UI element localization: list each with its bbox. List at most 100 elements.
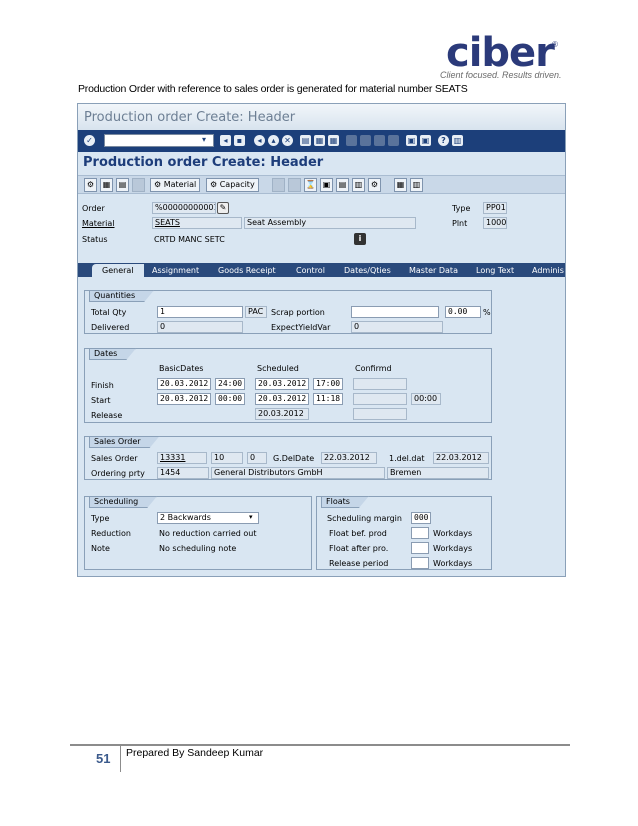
ordering-party-name: General Distributors GmbH — [211, 467, 385, 479]
command-dropdown-icon[interactable]: ▾ — [202, 135, 206, 144]
scheduling-panel: Scheduling Type 2 Backwards ▾ Reduction … — [84, 496, 312, 570]
tab-long-text[interactable]: Long Text — [466, 264, 522, 277]
unit-field[interactable]: PAC — [245, 306, 267, 318]
ordering-party-id[interactable]: 1454 — [157, 467, 209, 479]
start-confirmed-time[interactable]: 00:00 — [411, 393, 441, 405]
start-scheduled-time[interactable]: 11:18 — [313, 393, 343, 405]
scheduling-margin-field[interactable]: 000 — [411, 512, 431, 524]
application-toolbar: ⚙ ▦ ▤ ⚙ Material ⚙ Capacity ⌛ ▣ ▤ ▥ ⚙ ▦ … — [78, 175, 565, 194]
cancel-icon[interactable]: ✕ — [282, 135, 293, 146]
status-info-icon[interactable]: i — [354, 233, 366, 245]
release-scheduled-date[interactable]: 20.03.2012 — [255, 408, 309, 420]
delivered-field[interactable]: 0 — [157, 321, 243, 333]
expect-yield-field[interactable]: 0 — [351, 321, 443, 333]
release-period-unit: Workdays — [433, 559, 473, 568]
command-history-icon[interactable]: ◂ — [220, 135, 231, 146]
total-qty-field[interactable]: 1 — [157, 306, 243, 318]
scheduling-margin-label: Scheduling margin — [327, 514, 402, 523]
start-basic-time[interactable]: 00:00 — [215, 393, 245, 405]
capacity-button[interactable]: ⚙ Capacity — [206, 178, 259, 192]
settings-icon[interactable]: ⚙ — [368, 178, 381, 192]
scrap-percent-field[interactable]: 0.00 — [445, 306, 481, 318]
percent-sign: % — [483, 308, 491, 317]
schedule-line-field[interactable]: 0 — [247, 452, 267, 464]
finish-scheduled-date[interactable]: 20.03.2012 — [255, 378, 309, 390]
tab-strip: General Assignment Goods Receipt Control… — [78, 263, 565, 277]
copy-icon[interactable]: ▣ — [320, 178, 333, 192]
previous-page-icon[interactable] — [360, 135, 371, 146]
last-page-icon[interactable] — [388, 135, 399, 146]
documents-icon[interactable]: ▤ — [116, 178, 129, 192]
release-confirmed-date[interactable] — [353, 408, 407, 420]
start-confirmed-date[interactable] — [353, 393, 407, 405]
dropdown-icon[interactable]: ▾ — [249, 513, 253, 521]
tab-assignment[interactable]: Assignment — [142, 264, 208, 277]
scrap-field[interactable] — [351, 306, 439, 318]
tab-dates-qties[interactable]: Dates/Qties — [334, 264, 398, 277]
goods-delivery-date-label: G.DelDate — [273, 454, 315, 463]
tab-control[interactable]: Control — [286, 264, 334, 277]
edit-icon[interactable]: ✎ — [217, 202, 229, 214]
layout-menu-icon[interactable]: ▥ — [452, 135, 463, 146]
tab-general[interactable]: General — [92, 264, 144, 277]
order-field[interactable]: %00000000001 — [152, 202, 216, 214]
costs-icon[interactable] — [288, 178, 301, 192]
goods-delivery-date-field[interactable]: 22.03.2012 — [321, 452, 377, 464]
capacity-button-label: Capacity — [219, 180, 255, 189]
back-icon[interactable]: ◂ — [254, 135, 265, 146]
finish-scheduled-time[interactable]: 17:00 — [313, 378, 343, 390]
finish-basic-date[interactable]: 20.03.2012 — [157, 378, 211, 390]
exit-icon[interactable]: ▴ — [268, 135, 279, 146]
components-icon[interactable]: ▦ — [100, 178, 113, 192]
find-next-icon[interactable]: ▦ — [328, 135, 339, 146]
help-icon[interactable]: ? — [438, 135, 449, 146]
scheduling-type-select[interactable]: 2 Backwards — [157, 512, 259, 524]
table-icon[interactable]: ▦ — [394, 178, 407, 192]
find-icon[interactable]: ▦ — [314, 135, 325, 146]
page-number: 51 — [96, 751, 111, 766]
print-icon[interactable]: ▤ — [300, 135, 311, 146]
finish-confirmed-date[interactable] — [353, 378, 407, 390]
sequences-icon[interactable] — [132, 178, 145, 192]
release-icon[interactable] — [272, 178, 285, 192]
first-delivery-date-field[interactable]: 22.03.2012 — [433, 452, 489, 464]
order-label: Order — [82, 204, 105, 213]
scrap-label: Scrap portion — [271, 308, 325, 317]
start-scheduled-date[interactable]: 20.03.2012 — [255, 393, 309, 405]
first-page-icon[interactable] — [346, 135, 357, 146]
tab-goods-receipt[interactable]: Goods Receipt — [208, 264, 284, 277]
logo-tagline: Client focused. Results driven. — [440, 70, 562, 80]
shortcut-icon[interactable]: ▣ — [420, 135, 431, 146]
float-before-label: Float bef. prod — [329, 529, 387, 538]
type-field[interactable]: PP01 — [483, 202, 507, 214]
tab-master-data[interactable]: Master Data — [399, 264, 465, 277]
availability-icon[interactable]: ▥ — [352, 178, 365, 192]
sales-order-field[interactable]: 13331 — [157, 452, 207, 464]
scheduled-header: Scheduled — [257, 364, 299, 373]
command-field[interactable] — [104, 134, 214, 147]
operations-icon[interactable]: ⚙ — [84, 178, 97, 192]
status-label: Status — [82, 235, 108, 244]
sales-order-item-field[interactable]: 10 — [211, 452, 243, 464]
new-session-icon[interactable]: ▣ — [406, 135, 417, 146]
plant-field[interactable]: 1000 — [483, 217, 507, 229]
next-page-icon[interactable] — [374, 135, 385, 146]
dates-panel: Dates BasicDates Scheduled Confirmd Fini… — [84, 348, 492, 423]
material-field[interactable]: SEATS — [152, 217, 242, 229]
material-button[interactable]: ⚙ Material — [150, 178, 201, 192]
sales-order-panel: Sales Order Sales Order 13331 10 0 G.Del… — [84, 436, 492, 480]
sap-screenshot: Production order Create: Header ✓ ▾ ◂ ▪ … — [77, 103, 566, 577]
save-icon[interactable]: ▪ — [234, 135, 245, 146]
tab-administration[interactable]: Adminis — [522, 264, 565, 277]
float-after-field[interactable] — [411, 542, 429, 554]
hierarchy-icon[interactable]: ▥ — [410, 178, 423, 192]
schedule-icon[interactable]: ⌛ — [304, 178, 317, 192]
start-basic-date[interactable]: 20.03.2012 — [157, 393, 211, 405]
enter-icon[interactable]: ✓ — [84, 135, 95, 146]
release-period-field[interactable] — [411, 557, 429, 569]
material-label: Material — [82, 219, 115, 228]
check-icon[interactable]: ▤ — [336, 178, 349, 192]
finish-basic-time[interactable]: 24:00 — [215, 378, 245, 390]
float-before-field[interactable] — [411, 527, 429, 539]
prepared-by: Prepared By Sandeep Kumar — [126, 747, 264, 759]
